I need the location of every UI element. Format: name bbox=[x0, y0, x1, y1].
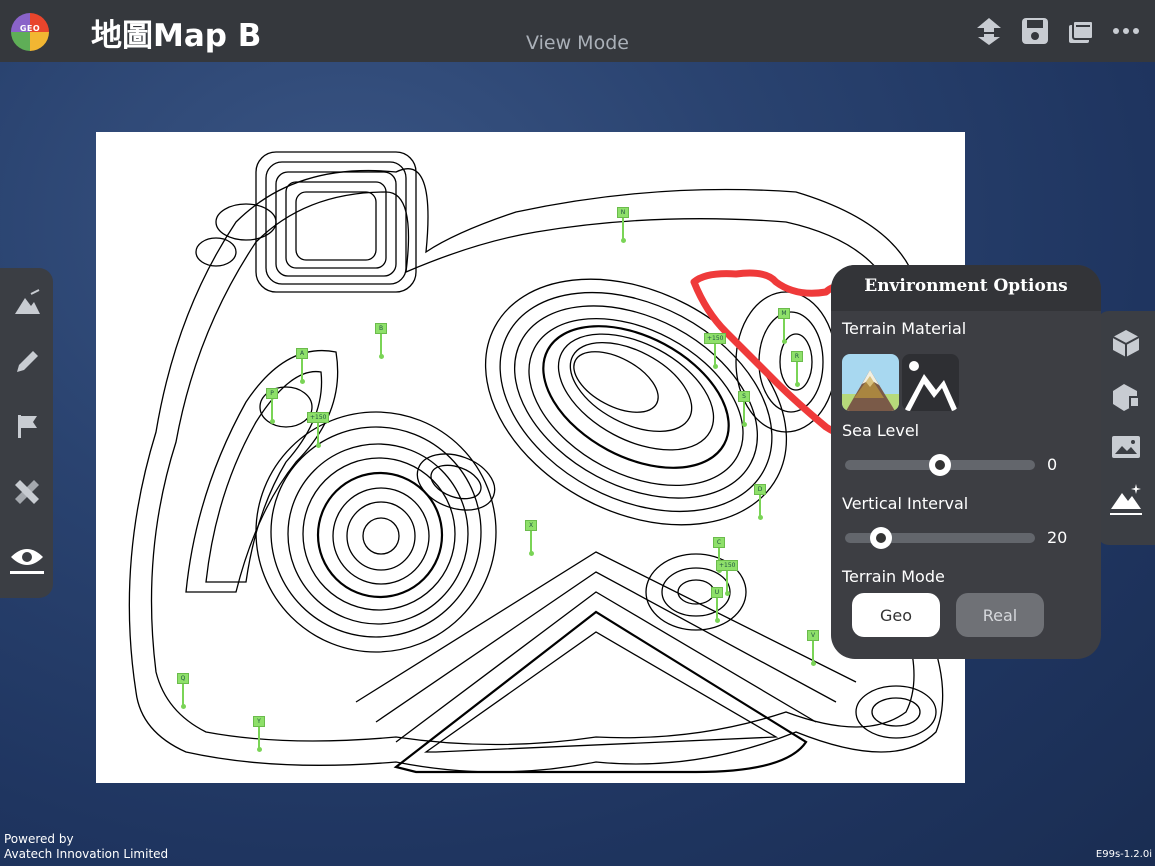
geo-mountain-texture[interactable] bbox=[902, 354, 959, 411]
powered-by-line2: Avatech Innovation Limited bbox=[4, 847, 169, 861]
terrain-mode-label: Terrain Mode bbox=[842, 567, 945, 586]
map-marker[interactable]: V bbox=[807, 630, 819, 666]
powered-by: Powered by Avatech Innovation Limited bbox=[4, 832, 168, 862]
vertical-interval-slider[interactable] bbox=[845, 527, 1035, 549]
map-marker[interactable]: Y bbox=[253, 716, 265, 752]
map-marker[interactable]: P bbox=[266, 388, 278, 424]
sea-level-slider[interactable] bbox=[845, 454, 1035, 476]
sea-level-slider-thumb[interactable] bbox=[929, 454, 951, 476]
upload-download-icon[interactable] bbox=[974, 16, 1004, 46]
map-marker[interactable]: U bbox=[711, 587, 723, 623]
map-marker[interactable]: N bbox=[617, 207, 629, 243]
rotate-box-icon[interactable] bbox=[1097, 377, 1155, 417]
vertical-interval-value: 20 bbox=[1047, 528, 1068, 547]
more-icon[interactable] bbox=[1111, 16, 1141, 46]
map-marker[interactable]: R bbox=[791, 351, 803, 387]
terrain-sparkle-icon[interactable] bbox=[1097, 479, 1155, 519]
geo-mode-button[interactable]: Geo bbox=[852, 593, 940, 637]
powered-by-line1: Powered by bbox=[4, 832, 74, 846]
sea-level-value: 0 bbox=[1047, 455, 1058, 474]
real-mode-button[interactable]: Real bbox=[956, 593, 1044, 637]
measure-icon[interactable] bbox=[0, 472, 53, 512]
sea-level-label: Sea Level bbox=[842, 421, 920, 440]
realistic-mountain-texture[interactable] bbox=[842, 354, 899, 411]
terrain-material-label: Terrain Material bbox=[842, 319, 967, 338]
right-toolbar bbox=[1097, 311, 1155, 545]
vertical-interval-slider-thumb[interactable] bbox=[870, 527, 893, 549]
top-bar: GEO 地圖Map B View Mode bbox=[0, 0, 1155, 62]
flag-icon[interactable] bbox=[0, 406, 53, 446]
image-icon[interactable] bbox=[1097, 427, 1155, 467]
box-icon[interactable] bbox=[1097, 323, 1155, 363]
map-marker[interactable]: A bbox=[296, 348, 308, 384]
map-marker[interactable]: +150 bbox=[307, 412, 330, 448]
map-marker[interactable]: Q bbox=[177, 673, 189, 709]
map-marker[interactable]: M bbox=[778, 308, 790, 344]
map-marker[interactable]: S bbox=[738, 391, 750, 427]
environment-options-panel: Environment Options Terrain Material Sea… bbox=[831, 265, 1101, 659]
panel-title: Environment Options bbox=[864, 276, 1068, 296]
map-marker[interactable]: B bbox=[375, 323, 387, 359]
left-toolbar bbox=[0, 268, 53, 598]
terrain-tool-icon[interactable] bbox=[0, 282, 53, 322]
panel-header: Environment Options bbox=[831, 265, 1101, 311]
layers-icon[interactable] bbox=[1066, 16, 1096, 46]
save-icon[interactable] bbox=[1020, 16, 1050, 46]
map-marker[interactable]: D bbox=[754, 484, 766, 520]
map-marker[interactable]: X bbox=[525, 520, 537, 556]
vertical-interval-label: Vertical Interval bbox=[842, 494, 969, 513]
pencil-icon[interactable] bbox=[0, 342, 53, 382]
version-label: E99s-1.2.0i bbox=[1095, 849, 1152, 860]
eye-icon[interactable] bbox=[0, 540, 53, 580]
map-marker[interactable]: +150 bbox=[704, 333, 727, 369]
